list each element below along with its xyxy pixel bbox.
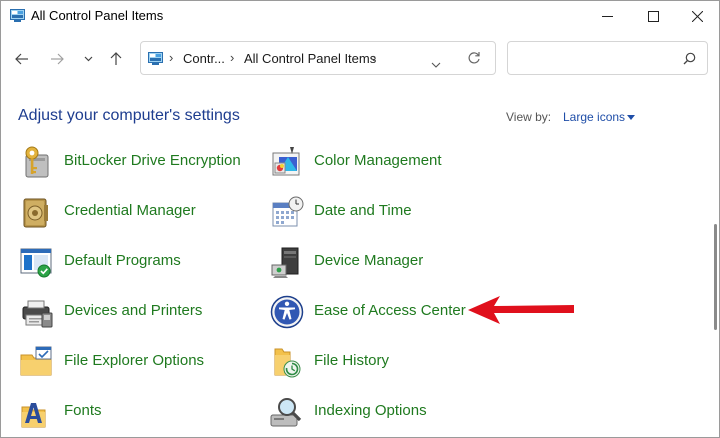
refresh-icon [468, 52, 480, 64]
minimize-button[interactable] [584, 1, 630, 31]
fonts-icon [21, 403, 46, 428]
title-bar: All Control Panel Items [1, 1, 719, 31]
close-button[interactable] [674, 1, 719, 31]
default-programs-icon [20, 248, 52, 278]
recent-locations-button[interactable] [77, 48, 99, 70]
back-button[interactable] [11, 48, 33, 70]
item-file-explorer-options[interactable]: File Explorer Options [20, 345, 220, 379]
item-file-history[interactable]: File History [270, 345, 410, 379]
annotation-arrow-icon [468, 296, 574, 324]
item-label[interactable]: Indexing Options [314, 402, 427, 419]
breadcrumb-chevron-icon: › [169, 50, 174, 65]
item-label[interactable]: BitLocker Drive Encryption [64, 152, 241, 169]
file-history-icon [274, 348, 301, 378]
window-title: All Control Panel Items [31, 8, 164, 23]
navigation-bar: › Contr... › All Control Panel Items › [1, 41, 719, 77]
breadcrumb-chevron-icon[interactable]: › [230, 50, 234, 65]
maximize-button[interactable] [630, 1, 676, 31]
item-bitlocker[interactable]: BitLocker Drive Encryption [20, 145, 260, 179]
item-default-programs[interactable]: Default Programs [20, 245, 210, 279]
breadcrumb-current[interactable]: All Control Panel Items [244, 51, 376, 66]
item-label[interactable]: Fonts [64, 402, 102, 419]
item-color-management[interactable]: Color Management [270, 145, 470, 179]
address-bar[interactable]: › Contr... › All Control Panel Items › [140, 41, 496, 75]
chevron-down-icon [431, 62, 441, 68]
item-credential-manager[interactable]: Credential Manager [20, 195, 220, 229]
control-panel-window: All Control Panel Items › Contr... › All… [0, 0, 720, 438]
view-by-dropdown[interactable]: Large icons [563, 110, 625, 124]
item-label[interactable]: Devices and Printers [64, 302, 202, 319]
maximize-icon [647, 10, 659, 22]
up-button[interactable] [105, 48, 127, 70]
forward-arrow-icon [51, 53, 64, 65]
item-label[interactable]: Credential Manager [64, 202, 196, 219]
search-box[interactable] [507, 41, 708, 75]
color-management-icon [272, 147, 300, 176]
indexing-options-icon [270, 398, 302, 427]
view-by-label: View by: [506, 110, 552, 124]
credential-manager-icon [23, 198, 48, 228]
caret-down-icon[interactable] [627, 115, 635, 120]
back-arrow-icon [15, 53, 28, 65]
breadcrumb-root[interactable]: Contr... [183, 51, 225, 66]
item-date-and-time[interactable]: Date and Time [270, 195, 420, 229]
item-label[interactable]: Default Programs [64, 252, 181, 269]
file-explorer-options-icon [20, 346, 52, 376]
page-title: Adjust your computer's settings [18, 107, 240, 124]
device-manager-icon [271, 247, 299, 278]
item-label[interactable]: Ease of Access Center [314, 302, 466, 319]
devices-printers-icon [22, 300, 53, 328]
item-label[interactable]: Date and Time [314, 202, 412, 219]
up-arrow-icon [110, 52, 122, 65]
item-label[interactable]: Device Manager [314, 252, 423, 269]
forward-button[interactable] [46, 48, 68, 70]
item-indexing-options[interactable]: Indexing Options [270, 395, 450, 429]
address-dropdown-button[interactable] [431, 55, 441, 73]
item-label[interactable]: File History [314, 352, 389, 369]
date-time-icon [272, 196, 304, 227]
item-label[interactable]: Color Management [314, 152, 442, 169]
item-fonts[interactable]: Fonts [20, 395, 120, 429]
control-panel-icon [148, 52, 163, 65]
vertical-scrollbar[interactable] [713, 146, 718, 346]
bitlocker-icon [25, 146, 49, 178]
item-devices-and-printers[interactable]: Devices and Printers [20, 295, 220, 329]
close-icon [691, 10, 703, 22]
breadcrumb-chevron-icon[interactable]: › [372, 50, 376, 65]
minimize-icon [601, 15, 613, 17]
scrollbar-thumb[interactable] [714, 224, 717, 330]
ease-of-access-icon [270, 295, 304, 329]
item-ease-of-access-center[interactable]: Ease of Access Center [270, 295, 480, 329]
control-panel-icon [10, 9, 25, 22]
item-label[interactable]: File Explorer Options [64, 352, 204, 369]
item-device-manager[interactable]: Device Manager [270, 245, 440, 279]
refresh-button[interactable] [467, 51, 481, 70]
search-input[interactable] [516, 49, 680, 69]
search-icon[interactable] [683, 52, 696, 65]
chevron-down-icon [84, 56, 92, 62]
